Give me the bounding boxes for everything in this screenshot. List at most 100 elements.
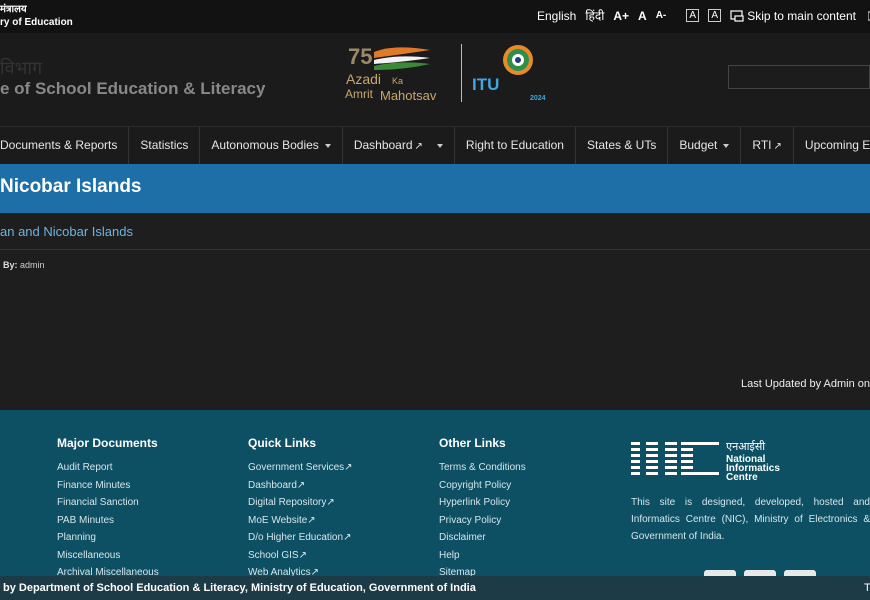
footer-other-links: Other Links Terms & Conditions Copyright… — [439, 436, 526, 582]
nav-label: Right to Education — [465, 138, 564, 152]
site-footer: Major Documents Audit Report Finance Min… — [0, 410, 870, 578]
footer-heading: Major Documents — [57, 436, 158, 450]
top-bar: मंत्रालय ry of Education English हिंदी A… — [0, 0, 870, 33]
author-line: By: admin — [3, 260, 45, 270]
ministry-hindi: मंत्रालय — [0, 4, 27, 15]
site-header: विभाग e of School Education & Literacy 7… — [0, 33, 870, 126]
nav-label: States & UTs — [586, 138, 657, 152]
footer-heading: Other Links — [439, 436, 506, 450]
dept-name-hindi: विभाग — [0, 58, 43, 78]
svg-text:2024: 2024 — [530, 95, 546, 102]
nav-label: Upcoming Events — [804, 138, 870, 152]
footer-link-label: MoE Website — [248, 514, 308, 526]
contrast-high-button[interactable]: A — [686, 9, 700, 22]
lang-english-link[interactable]: English — [537, 9, 576, 23]
footer-heading: Quick Links — [248, 436, 317, 450]
footer-link[interactable]: Government Services↗ — [248, 459, 353, 477]
page-title-banner: Nicobar Islands — [0, 164, 870, 213]
footer-link[interactable]: D/o Higher Education↗ — [248, 529, 353, 547]
ministry-name: मंत्रालय ry of Education — [0, 3, 73, 29]
footer-link-label: Dashboard — [248, 479, 297, 491]
nav-statistics[interactable]: Statistics — [129, 127, 201, 165]
contrast-normal-button[interactable]: A — [708, 9, 722, 22]
footer-link[interactable]: Copyright Policy — [439, 477, 526, 495]
itu-2024-logo: ITU 2024 — [472, 45, 546, 102]
nav-label: Statistics — [140, 138, 189, 152]
accessibility-bar: English हिंदी A+ A A- A A Skip to main c… — [537, 7, 870, 24]
nic-description: This site is designed, developed, hosted… — [631, 497, 870, 542]
nav-documents-reports[interactable]: Documents & Reports — [0, 127, 130, 165]
footer-quick-links: Quick Links Government Services↗ Dashboa… — [248, 436, 353, 582]
chevron-down-icon — [723, 143, 730, 148]
external-link-icon: ↗ — [307, 514, 316, 526]
footer-link[interactable]: Finance Minutes — [57, 477, 159, 495]
footer-major-documents: Major Documents Audit Report Finance Min… — [57, 436, 159, 582]
footer-link[interactable]: Dashboard↗ — [248, 477, 353, 495]
font-increase-button[interactable]: A+ — [613, 9, 629, 23]
copyright-bar: by Department of School Education & Lite… — [0, 576, 870, 600]
footer-link[interactable]: Hyperlink Policy — [439, 494, 526, 512]
footer-link[interactable]: Help — [439, 547, 526, 565]
footer-link[interactable]: Miscellaneous — [57, 547, 159, 565]
nav-dashboard[interactable]: Dashboard ↗ — [343, 127, 455, 165]
footer-link-label: School GIS — [248, 549, 299, 561]
footer-link-label: Digital Repository — [248, 497, 327, 508]
chevron-down-icon — [324, 143, 331, 148]
nav-label: Budget — [679, 138, 718, 152]
azadi-ka-amrit-mahotsav-logo: 75 Azadi Ka Amrit Mahotsav — [345, 44, 437, 103]
font-decrease-button[interactable]: A- — [656, 10, 667, 21]
svg-text:ITU: ITU — [472, 75, 499, 94]
footer-link[interactable]: Digital Repository↗ — [248, 494, 353, 512]
copyright-text: by Department of School Education & Lite… — [3, 582, 476, 594]
main-navigation: Documents & Reports Statistics Autonomou… — [0, 126, 870, 165]
svg-text:Centre: Centre — [726, 472, 758, 482]
footer-link[interactable]: Disclaimer — [439, 529, 526, 547]
external-link-icon: ↗ — [773, 141, 782, 152]
footer-link[interactable]: MoE Website↗ — [248, 512, 353, 530]
nav-label: Documents & Reports — [0, 138, 118, 152]
footer-link[interactable]: School GIS↗ — [248, 547, 353, 565]
dept-name-english[interactable]: e of School Education & Literacy — [0, 79, 265, 99]
footer-link[interactable]: Audit Report — [57, 459, 159, 477]
svg-text:Ka: Ka — [392, 76, 403, 86]
lang-hindi-link[interactable]: हिंदी — [585, 7, 604, 24]
ministry-english: ry of Education — [0, 17, 73, 28]
svg-text:75: 75 — [348, 44, 372, 69]
chevron-down-icon — [436, 143, 443, 148]
nav-budget[interactable]: Budget — [668, 127, 742, 165]
external-link-icon: ↗ — [344, 462, 353, 473]
nav-right-to-education[interactable]: Right to Education — [455, 127, 576, 165]
nic-logo[interactable]: एनआईसी National Informatics Centre — [631, 438, 801, 482]
page-title: Nicobar Islands — [0, 176, 142, 197]
nav-label: Autonomous Bodies — [211, 138, 319, 152]
footer-link[interactable]: Planning — [57, 529, 159, 547]
external-link-icon: ↗ — [326, 497, 335, 508]
footer-link[interactable]: PAB Minutes — [57, 512, 159, 530]
font-normal-button[interactable]: A — [638, 9, 647, 23]
footer-link[interactable]: Terms & Conditions — [439, 459, 526, 477]
search-input[interactable] — [728, 65, 870, 89]
svg-text:एनआईसी: एनआईसी — [726, 440, 765, 453]
nav-label: RTI — [752, 138, 772, 152]
nav-label: Dashboard — [353, 138, 413, 152]
external-link-icon: ↗ — [296, 479, 306, 491]
svg-text:Amrit: Amrit — [345, 87, 374, 101]
author-label: By: — [3, 260, 18, 270]
footer-link-label: D/o Higher Education — [248, 532, 344, 543]
svg-text:Mahotsav: Mahotsav — [380, 88, 437, 103]
skip-to-main-link[interactable]: Skip to main content — [747, 9, 856, 23]
divider — [0, 249, 870, 250]
copyright-right-text: T — [864, 582, 870, 594]
breadcrumb[interactable]: an and Nicobar Islands — [0, 224, 133, 239]
author-value: admin — [20, 260, 45, 270]
nav-upcoming-events[interactable]: Upcoming Events — [794, 127, 870, 165]
nav-states-uts[interactable]: States & UTs — [576, 127, 669, 165]
nav-autonomous-bodies[interactable]: Autonomous Bodies — [200, 127, 343, 165]
footer-link-label: Government Services — [248, 462, 345, 473]
footer-link[interactable]: Financial Sanction — [57, 494, 159, 512]
external-link-icon: ↗ — [298, 549, 307, 561]
last-updated-text: Last Updated by Admin on — [741, 378, 870, 390]
external-link-icon: ↗ — [414, 141, 423, 152]
footer-link[interactable]: Privacy Policy — [439, 512, 526, 530]
nav-rti[interactable]: RTI ↗ — [741, 127, 794, 165]
